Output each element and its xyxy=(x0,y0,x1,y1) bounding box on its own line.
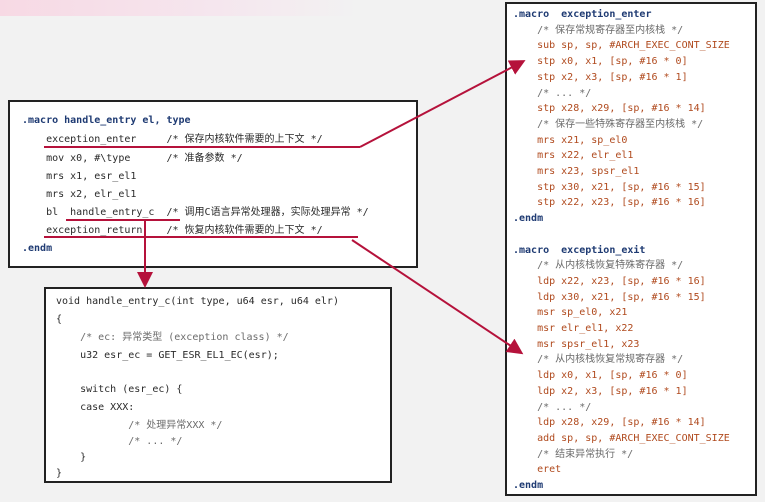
arrow-overlay xyxy=(44,60,526,355)
arrow-to-exception-enter xyxy=(359,60,526,148)
arrow-to-exception-exit xyxy=(351,239,524,355)
